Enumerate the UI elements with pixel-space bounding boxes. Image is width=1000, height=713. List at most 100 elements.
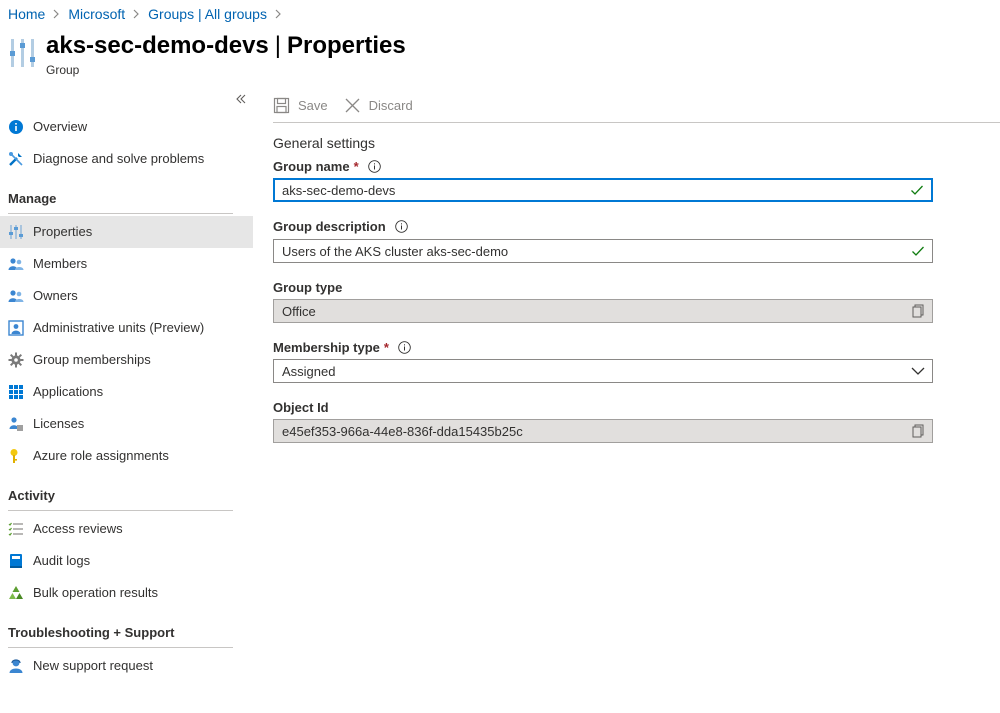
collapse-sidebar-icon[interactable]: [232, 90, 250, 108]
divider: [8, 213, 233, 214]
group-type-label-text: Group type: [273, 280, 343, 295]
command-bar: Save Discard: [273, 93, 429, 117]
sidebar-section-support: Troubleshooting + Support: [8, 625, 175, 640]
breadcrumb-groups[interactable]: Groups | All groups: [148, 6, 267, 22]
sidebar-section-manage: Manage: [8, 191, 57, 206]
required-asterisk: *: [383, 340, 389, 355]
sidebar-item-administrative-units[interactable]: Administrative units (Preview): [0, 312, 253, 344]
sidebar-item-audit-logs[interactable]: Audit logs: [0, 545, 253, 577]
group-name-value: aks-sec-demo-devs: [282, 182, 396, 198]
object-id-label: Object Id: [273, 400, 329, 415]
chevron-right-icon: [52, 9, 60, 19]
sidebar-item-label: Audit logs: [33, 553, 91, 568]
group-description-label-text: Group description: [273, 219, 386, 234]
sidebar-item-label: Applications: [33, 384, 104, 399]
sidebar-item-label: Overview: [33, 119, 88, 134]
object-id-label-text: Object Id: [273, 400, 329, 415]
object-id-field: e45ef353-966a-44e8-836f-dda15435b25c: [273, 419, 933, 443]
save-label: Save: [298, 97, 328, 113]
page-name-title: Properties: [287, 32, 406, 59]
sidebar-section-activity: Activity: [8, 488, 55, 503]
sidebar-item-label: Access reviews: [33, 521, 123, 536]
page-subtitle: Group: [46, 63, 80, 77]
group-name-title: aks-sec-demo-devs: [46, 32, 269, 59]
sidebar-item-label: Properties: [33, 224, 93, 239]
membership-type-label: Membership type *: [273, 340, 411, 355]
sidebar-item-label: Bulk operation results: [33, 585, 159, 600]
sidebar-item-azure-role-assignments[interactable]: Azure role assignments: [0, 440, 253, 472]
sidebar-item-label: Administrative units (Preview): [33, 320, 205, 335]
group-type-value: Office: [282, 303, 316, 319]
sidebar-item-label: Group memberships: [33, 352, 151, 367]
sidebar-item-label: Owners: [33, 288, 78, 303]
object-id-value: e45ef353-966a-44e8-836f-dda15435b25c: [282, 423, 523, 439]
divider: [8, 647, 233, 648]
sidebar-item-owners[interactable]: Owners: [0, 280, 253, 312]
sidebar-item-label: Azure role assignments: [33, 448, 169, 463]
chevron-right-icon: [132, 9, 140, 19]
book-icon: [8, 553, 24, 569]
info-tooltip-icon[interactable]: [398, 341, 411, 354]
people-icon: [8, 256, 24, 272]
required-asterisk: *: [353, 159, 359, 174]
page-title: aks-sec-demo-devs | Properties: [46, 31, 406, 61]
sidebar-item-label: New support request: [33, 658, 153, 673]
group-type-field: Office: [273, 299, 933, 323]
copy-icon[interactable]: [910, 303, 926, 319]
save-button[interactable]: Save: [273, 97, 328, 114]
group-name-input[interactable]: aks-sec-demo-devs: [273, 178, 933, 202]
admin-units-icon: [8, 320, 24, 336]
membership-type-label-text: Membership type: [273, 340, 380, 355]
membership-type-value: Assigned: [282, 363, 336, 379]
support-person-icon: [8, 658, 24, 674]
breadcrumb-home[interactable]: Home: [8, 6, 45, 22]
copy-icon[interactable]: [910, 423, 926, 439]
group-description-value: Users of the AKS cluster aks-sec-demo: [282, 243, 509, 259]
info-tooltip-icon[interactable]: [367, 160, 381, 173]
recycle-icon: [8, 585, 24, 601]
people-icon: [8, 288, 24, 304]
sidebar-item-bulk-operation-results[interactable]: Bulk operation results: [0, 577, 253, 609]
info-tooltip-icon[interactable]: [394, 220, 408, 233]
discard-button[interactable]: Discard: [344, 97, 413, 114]
group-type-label: Group type: [273, 280, 342, 295]
sidebar-item-properties[interactable]: Properties: [0, 216, 253, 248]
group-name-label: Group name *: [273, 159, 381, 174]
grid-icon: [8, 384, 24, 400]
group-description-label: Group description: [273, 219, 408, 234]
checklist-icon: [8, 521, 24, 537]
group-description-input[interactable]: Users of the AKS cluster aks-sec-demo: [273, 239, 933, 263]
chevron-right-icon: [274, 9, 282, 19]
close-icon: [345, 98, 360, 112]
breadcrumb-microsoft[interactable]: Microsoft: [68, 6, 125, 22]
sidebar-item-licenses[interactable]: Licenses: [0, 408, 253, 440]
group-name-label-text: Group name: [273, 159, 350, 174]
sidebar-item-overview[interactable]: Overview: [0, 111, 253, 143]
membership-type-dropdown[interactable]: Assigned: [273, 359, 933, 383]
sidebar-item-applications[interactable]: Applications: [0, 376, 253, 408]
sidebar-item-label: Licenses: [33, 416, 85, 431]
checkmark-icon: [909, 182, 925, 198]
sidebar-item-access-reviews[interactable]: Access reviews: [0, 513, 253, 545]
chevron-down-icon: [910, 363, 926, 379]
breadcrumb: Home Microsoft Groups | All groups: [8, 5, 290, 23]
properties-icon: [8, 224, 24, 240]
gear-icon: [8, 352, 24, 368]
wrench-icon: [8, 151, 24, 167]
divider: [8, 510, 233, 511]
discard-label: Discard: [368, 97, 413, 113]
save-icon: [273, 97, 290, 113]
info-icon: [8, 119, 24, 135]
title-separator: |: [274, 32, 282, 59]
checkmark-icon: [910, 243, 926, 259]
sidebar-item-diagnose[interactable]: Diagnose and solve problems: [0, 143, 253, 175]
divider: [273, 122, 1000, 123]
key-icon: [8, 448, 24, 464]
sidebar-item-members[interactable]: Members: [0, 248, 253, 280]
properties-sliders-icon: [10, 37, 36, 69]
sidebar-item-group-memberships[interactable]: Group memberships: [0, 344, 253, 376]
license-icon: [8, 416, 24, 432]
sidebar-item-label: Diagnose and solve problems: [33, 151, 205, 166]
sidebar-item-label: Members: [33, 256, 88, 271]
sidebar-item-new-support-request[interactable]: New support request: [0, 650, 253, 682]
